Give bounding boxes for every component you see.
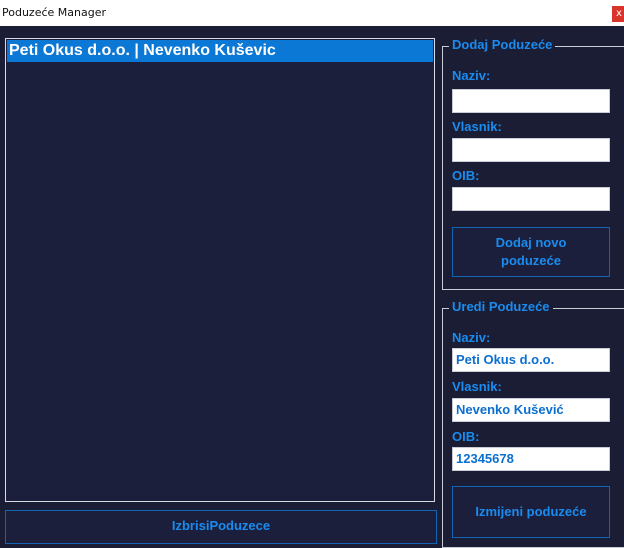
delete-company-button[interactable]: IzbrisiPoduzece: [5, 510, 437, 544]
add-group-title: Dodaj Poduzeće: [449, 37, 556, 52]
add-owner-field[interactable]: [452, 138, 610, 162]
edit-company-button[interactable]: Izmijeni poduzeće: [452, 486, 610, 538]
edit-group-title: Uredi Poduzeće: [449, 299, 553, 314]
close-button[interactable]: x: [612, 6, 624, 22]
add-oib-label: OIB:: [452, 168, 480, 183]
title-bar: Poduzeće Manager x: [0, 0, 624, 26]
window-title: Poduzeće Manager: [2, 6, 106, 19]
edit-name-field[interactable]: Peti Okus d.o.o.: [452, 348, 610, 372]
add-owner-label: Vlasnik:: [452, 119, 502, 134]
add-company-button[interactable]: Dodaj novo poduzeće: [452, 227, 610, 277]
edit-company-group: Uredi Poduzeće Naziv: Peti Okus d.o.o. V…: [442, 299, 624, 548]
companies-listbox[interactable]: Peti Okus d.o.o. | Nevenko Kuševic: [5, 38, 435, 502]
add-name-label: Naziv:: [452, 68, 491, 83]
list-item[interactable]: Peti Okus d.o.o. | Nevenko Kuševic: [7, 40, 433, 62]
edit-owner-label: Vlasnik:: [452, 379, 502, 394]
add-company-group: Dodaj Poduzeće Naziv: Vlasnik: OIB: Doda…: [442, 37, 624, 290]
add-company-button-label: Dodaj novo poduzeće: [495, 235, 567, 268]
edit-owner-field[interactable]: Nevenko Kušević: [452, 398, 610, 422]
edit-oib-field[interactable]: 12345678: [452, 447, 610, 471]
add-name-field[interactable]: [452, 89, 610, 113]
edit-name-label: Naziv:: [452, 330, 491, 345]
edit-oib-label: OIB:: [452, 429, 480, 444]
add-oib-field[interactable]: [452, 187, 610, 211]
